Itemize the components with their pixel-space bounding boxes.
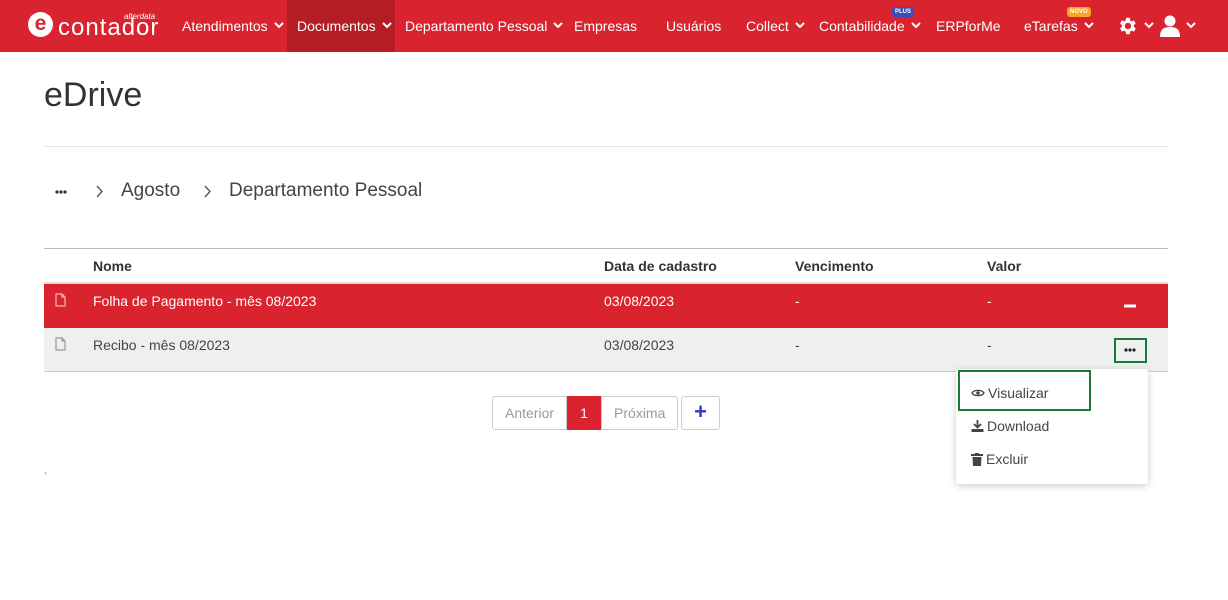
eye-icon: [971, 390, 985, 397]
top-navbar: e alterdata contador Atendimentos Docume…: [0, 0, 1228, 52]
row-context-menu: Visualizar Download Excluir: [956, 369, 1148, 484]
table-row[interactable]: Folha de Pagamento - mês 08/2023 03/08/2…: [44, 284, 1168, 328]
nav-usuarios[interactable]: Usuários: [666, 0, 721, 52]
plus-icon: +: [694, 399, 707, 424]
nav-erpforme[interactable]: ERPforMe: [936, 0, 1001, 52]
nav-atendimentos[interactable]: Atendimentos: [182, 0, 284, 52]
pagination-next[interactable]: Próxima: [601, 396, 679, 430]
table-header: Nome Data de cadastro Vencimento Valor: [44, 249, 1168, 284]
column-header-value[interactable]: Valor: [987, 258, 1021, 274]
file-icon: [55, 293, 66, 307]
menu-item-download[interactable]: Download: [971, 418, 1049, 434]
contador-logo[interactable]: e alterdata contador: [28, 10, 168, 42]
breadcrumb-more-icon[interactable]: [55, 190, 67, 194]
chevron-down-icon: [553, 22, 564, 29]
pagination-previous[interactable]: Anterior: [492, 396, 568, 430]
column-header-due[interactable]: Vencimento: [795, 258, 874, 274]
chevron-down-icon: [1083, 22, 1094, 29]
chevron-down-icon: [1186, 22, 1196, 29]
chevron-down-icon: [910, 22, 921, 29]
table-row[interactable]: Recibo - mês 08/2023 03/08/2023 - -: [44, 328, 1168, 372]
pagination: Anterior 1 Próxima: [492, 396, 679, 430]
chevron-down-icon: [381, 22, 392, 29]
column-header-name[interactable]: Nome: [93, 258, 132, 274]
user-icon: [1160, 15, 1180, 37]
menu-item-visualizar[interactable]: Visualizar: [971, 385, 1048, 401]
nav-documentos[interactable]: Documentos: [287, 0, 395, 52]
chevron-right-icon: [204, 185, 211, 198]
row-actions-button[interactable]: [1114, 338, 1147, 363]
file-date: 03/08/2023: [604, 293, 675, 309]
settings-menu[interactable]: [1116, 0, 1154, 52]
novo-badge: NOVO: [1067, 7, 1091, 17]
file-due: -: [795, 337, 800, 353]
file-icon: [55, 337, 66, 351]
column-header-date[interactable]: Data de cadastro: [604, 258, 717, 274]
plus-badge: PLUS: [892, 7, 915, 17]
more-dots-icon: [1124, 348, 1136, 352]
menu-item-excluir[interactable]: Excluir: [971, 451, 1028, 467]
logo-wordmark: contador: [58, 14, 160, 41]
stray-backtick: `: [44, 472, 48, 483]
pagination-page-1[interactable]: 1: [567, 396, 602, 430]
user-menu[interactable]: [1160, 0, 1196, 52]
page-title: eDrive: [44, 76, 143, 114]
chevron-down-icon: [795, 22, 805, 29]
title-divider: [44, 146, 1168, 147]
logo-e-icon: e: [28, 12, 53, 37]
breadcrumb-item-departamento-pessoal: Departamento Pessoal: [229, 180, 423, 201]
breadcrumb-item-agosto[interactable]: Agosto: [121, 180, 180, 202]
file-date: 03/08/2023: [604, 337, 675, 353]
file-name[interactable]: Folha de Pagamento - mês 08/2023: [93, 293, 316, 309]
gear-icon: [1120, 17, 1136, 35]
chevron-down-icon: [1144, 22, 1154, 29]
nav-departamento-pessoal[interactable]: Departamento Pessoal: [405, 0, 564, 52]
file-name[interactable]: Recibo - mês 08/2023: [93, 337, 230, 353]
chevron-right-icon: [96, 185, 103, 198]
files-table: Nome Data de cadastro Vencimento Valor F…: [44, 248, 1168, 372]
row-actions-button[interactable]: [1114, 294, 1147, 319]
chevron-down-icon: [273, 22, 284, 29]
more-dots-icon: [1124, 304, 1136, 308]
nav-empresas[interactable]: Empresas: [574, 0, 637, 52]
file-value: -: [987, 337, 992, 353]
file-due: -: [795, 293, 800, 309]
download-icon: [971, 420, 984, 433]
add-file-button[interactable]: +: [681, 396, 720, 430]
trash-icon: [971, 452, 983, 466]
file-value: -: [987, 293, 992, 309]
nav-collect[interactable]: Collect: [746, 0, 805, 52]
